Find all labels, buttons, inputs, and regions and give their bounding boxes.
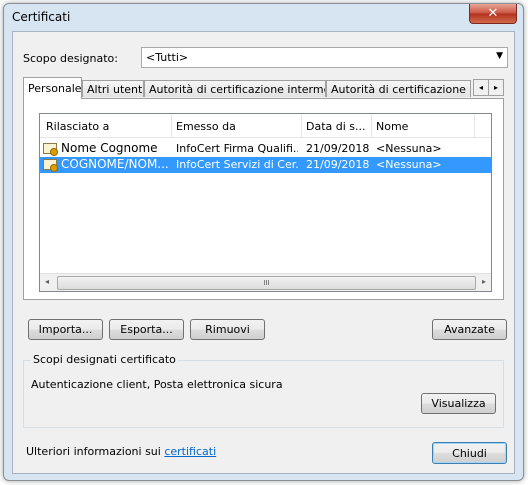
export-button[interactable]: Esporta...: [109, 319, 184, 340]
tab-root-ca[interactable]: Autorità di certificazione radi: [326, 80, 471, 97]
tab-scroll-left-button[interactable]: ◂: [473, 79, 489, 96]
table-row[interactable]: Nome Cognome InfoCert Firma Qualifi... 2…: [40, 141, 491, 157]
purpose-label: Scopo designato:: [23, 52, 118, 65]
grip-icon: III: [263, 279, 270, 287]
scroll-right-arrow-icon[interactable]: ▸: [482, 277, 486, 286]
column-divider[interactable]: [474, 114, 475, 137]
chevron-left-icon: ◂: [478, 83, 483, 92]
cell-name: <Nessuna>: [376, 158, 442, 171]
certificate-list[interactable]: Rilasciato a Emesso da Data di s... Nome…: [39, 113, 492, 292]
cell-name: <Nessuna>: [376, 142, 442, 155]
scrollbar-thumb[interactable]: III: [57, 276, 476, 290]
remove-button[interactable]: Rimuovi: [190, 319, 265, 340]
seal-icon: [50, 148, 58, 156]
import-button[interactable]: Importa...: [28, 319, 103, 340]
table-row-selected[interactable]: COGNOME/NOM... InfoCert Servizi di Cer..…: [40, 157, 491, 173]
tab-strip: Personale Altri utenti Autorità di certi…: [23, 77, 504, 99]
close-button[interactable]: Chiudi: [432, 442, 507, 464]
purpose-select[interactable]: <Tutti> ▼: [141, 47, 508, 68]
scroll-left-arrow-icon[interactable]: ◂: [45, 277, 49, 286]
window-title: Certificati: [12, 10, 71, 24]
certificate-purposes-text: Autenticazione client, Posta elettronica…: [31, 378, 283, 391]
advanced-button[interactable]: Avanzate: [432, 319, 507, 340]
cell-issued-to: Nome Cognome: [61, 141, 158, 155]
column-header-expiry[interactable]: Data di s...: [306, 120, 368, 133]
list-header: Rilasciato a Emesso da Data di s... Nome: [40, 114, 491, 138]
purpose-selected-value: <Tutti>: [146, 51, 189, 64]
close-window-button[interactable]: ✕: [469, 4, 517, 24]
chevron-down-icon: ▼: [496, 51, 503, 61]
close-icon: ✕: [487, 6, 499, 21]
certificates-link[interactable]: certificati: [164, 445, 216, 458]
certificate-icon: [43, 159, 58, 172]
column-divider[interactable]: [371, 114, 372, 137]
tab-altri-utenti[interactable]: Altri utenti: [82, 80, 144, 97]
more-info-text: Ulteriori informazioni sui certificati: [26, 445, 216, 458]
certificates-dialog: Certificati ✕ Scopo designato: <Tutti> ▼…: [3, 3, 524, 481]
more-info-label: Ulteriori informazioni sui: [26, 445, 165, 458]
column-divider[interactable]: [301, 114, 302, 137]
tab-personale[interactable]: Personale: [23, 77, 82, 99]
tab-scroll-right-button[interactable]: ▸: [488, 79, 504, 96]
column-divider[interactable]: [171, 114, 172, 137]
certificate-icon: [43, 143, 58, 156]
cell-issued-to: COGNOME/NOM...: [61, 157, 169, 171]
dialog-body: Scopo designato: <Tutti> ▼ Personale Alt…: [12, 31, 515, 474]
tab-intermediate-ca[interactable]: Autorità di certificazione intermedie: [144, 80, 326, 97]
cell-issued-by: InfoCert Servizi di Cer...: [176, 158, 298, 171]
horizontal-scrollbar[interactable]: ◂ III ▸: [40, 273, 491, 291]
column-header-name[interactable]: Nome: [376, 120, 476, 133]
group-title: Scopi designati certificato: [31, 353, 178, 366]
cell-issued-by: InfoCert Firma Qualifi...: [176, 142, 298, 155]
tab-panel-personale: Rilasciato a Emesso da Data di s... Nome…: [23, 98, 504, 300]
certificate-purposes-group: Scopi designati certificato Autenticazio…: [23, 353, 504, 428]
cell-date: 21/09/2018: [306, 158, 370, 171]
column-header-issued-to[interactable]: Rilasciato a: [46, 120, 166, 133]
column-header-issued-by[interactable]: Emesso da: [176, 120, 296, 133]
cell-date: 21/09/2018: [306, 142, 370, 155]
seal-icon: [50, 164, 58, 172]
view-button[interactable]: Visualizza: [421, 393, 496, 414]
chevron-right-icon: ▸: [493, 83, 498, 92]
